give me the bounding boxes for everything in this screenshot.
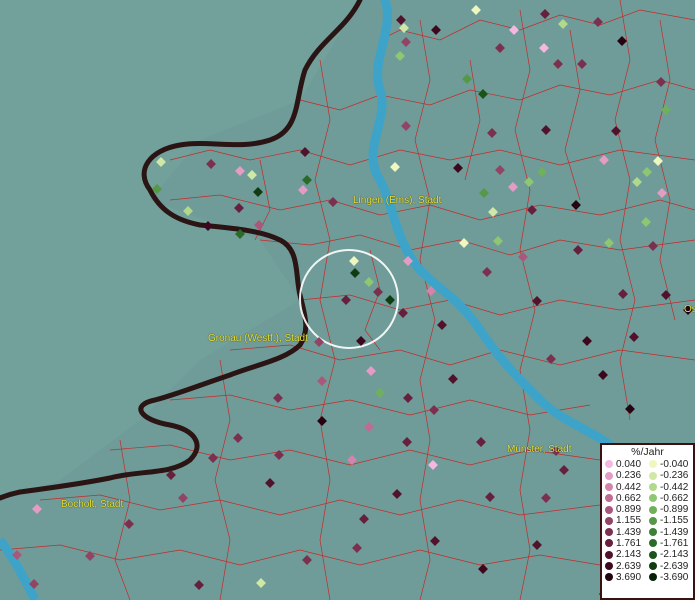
legend-swatch (649, 516, 657, 525)
legend-entry-negative: -1.439 (649, 527, 688, 538)
legend-entry-negative: -0.662 (649, 493, 688, 504)
legend-row: 1.155 -1.155 (602, 515, 693, 526)
legend-value: -1.155 (660, 515, 689, 527)
legend-value: 0.662 (616, 492, 642, 504)
legend-entry-negative: -1.155 (649, 515, 688, 526)
legend-row: 0.236 -0.236 (602, 470, 693, 481)
legend-swatch (605, 516, 613, 525)
legend-value: 1.761 (616, 538, 642, 550)
legend-entry-positive: 0.040 (605, 459, 641, 470)
legend-value: 0.899 (616, 504, 642, 516)
legend-row: 1.439 -1.439 (602, 527, 693, 538)
legend: %/Jahr 0.040 -0.040 0.236 -0.236 0.442 -0.442… (600, 443, 695, 600)
legend-entry-negative: -3.690 (649, 572, 688, 583)
legend-swatch (649, 562, 657, 571)
legend-row: 0.899 -0.899 (602, 504, 693, 515)
legend-swatch (649, 573, 657, 582)
legend-value: -0.442 (660, 481, 689, 493)
legend-value: 0.236 (616, 470, 642, 482)
legend-value: 0.040 (616, 459, 642, 470)
city-label-os[interactable]: Os (684, 304, 695, 315)
legend-value: -0.040 (660, 459, 689, 470)
legend-swatch (649, 482, 657, 491)
legend-swatch (649, 505, 657, 514)
legend-value: -2.143 (660, 549, 689, 561)
legend-entry-positive: 0.442 (605, 482, 641, 493)
city-label-bocholt[interactable]: Bocholt, Stadt (61, 499, 123, 510)
legend-swatch (605, 528, 613, 537)
legend-swatch (605, 505, 613, 514)
legend-row: 2.143 -2.143 (602, 549, 693, 560)
legend-swatch (649, 550, 657, 559)
legend-value: -0.899 (660, 504, 689, 516)
legend-entry-negative: -0.236 (649, 470, 688, 481)
legend-value: 1.155 (616, 515, 642, 527)
legend-swatch (605, 482, 613, 491)
legend-entry-positive: 1.761 (605, 538, 641, 549)
legend-swatch (605, 573, 613, 582)
map-canvas[interactable]: Lingen (Ems), Stadt Gronau (Westf.), Sta… (0, 0, 695, 600)
legend-swatch (605, 471, 613, 480)
legend-title: %/Jahr (631, 446, 664, 458)
legend-swatch (605, 494, 613, 503)
legend-entry-negative: -2.639 (649, 561, 688, 572)
legend-entry-positive: 3.690 (605, 572, 641, 583)
legend-entry-positive: 2.639 (605, 561, 641, 572)
legend-entry-positive: 1.155 (605, 515, 641, 526)
legend-entry-negative: -0.899 (649, 504, 688, 515)
legend-value: -3.690 (660, 571, 689, 583)
map-layer (0, 0, 695, 600)
legend-entry-positive: 2.143 (605, 549, 641, 560)
legend-row: 3.690 -3.690 (602, 572, 693, 583)
legend-swatch (649, 494, 657, 503)
legend-value: -1.439 (660, 526, 689, 538)
legend-swatch (649, 539, 657, 548)
legend-row: 2.639 -2.639 (602, 561, 693, 572)
legend-row: 0.040 -0.040 (602, 459, 693, 470)
legend-entry-negative: -1.761 (649, 538, 688, 549)
legend-entry-positive: 1.439 (605, 527, 641, 538)
legend-entry-positive: 0.899 (605, 504, 641, 515)
legend-swatch (605, 562, 613, 571)
legend-row: 1.761 -1.761 (602, 538, 693, 549)
legend-value: 2.639 (616, 560, 642, 572)
legend-row: 0.442 -0.442 (602, 482, 693, 493)
legend-value: -1.761 (660, 538, 689, 550)
legend-rows: 0.040 -0.040 0.236 -0.236 0.442 -0.442 0.662 -0… (602, 459, 693, 583)
legend-swatch (605, 539, 613, 548)
legend-value: 2.143 (616, 549, 642, 561)
legend-row: 0.662 -0.662 (602, 493, 693, 504)
legend-swatch (605, 460, 613, 469)
legend-entry-positive: 0.662 (605, 493, 641, 504)
legend-value: -2.639 (660, 560, 689, 572)
legend-swatch (649, 460, 657, 469)
city-label-lingen[interactable]: Lingen (Ems), Stadt (353, 195, 441, 206)
city-label-gronau[interactable]: Gronau (Westf.), Stadt (208, 333, 308, 344)
legend-entry-positive: 0.236 (605, 470, 641, 481)
legend-value: -0.662 (660, 492, 689, 504)
legend-value: 3.690 (616, 571, 642, 583)
legend-swatch (649, 528, 657, 537)
legend-entry-negative: -0.040 (649, 459, 688, 470)
legend-value: 0.442 (616, 481, 642, 493)
city-label-muenster[interactable]: Münster, Stadt (507, 444, 571, 455)
legend-entry-negative: -2.143 (649, 549, 688, 560)
legend-entry-negative: -0.442 (649, 482, 688, 493)
legend-swatch (649, 471, 657, 480)
legend-value: 1.439 (616, 526, 642, 538)
legend-swatch (605, 550, 613, 559)
legend-value: -0.236 (660, 470, 689, 482)
